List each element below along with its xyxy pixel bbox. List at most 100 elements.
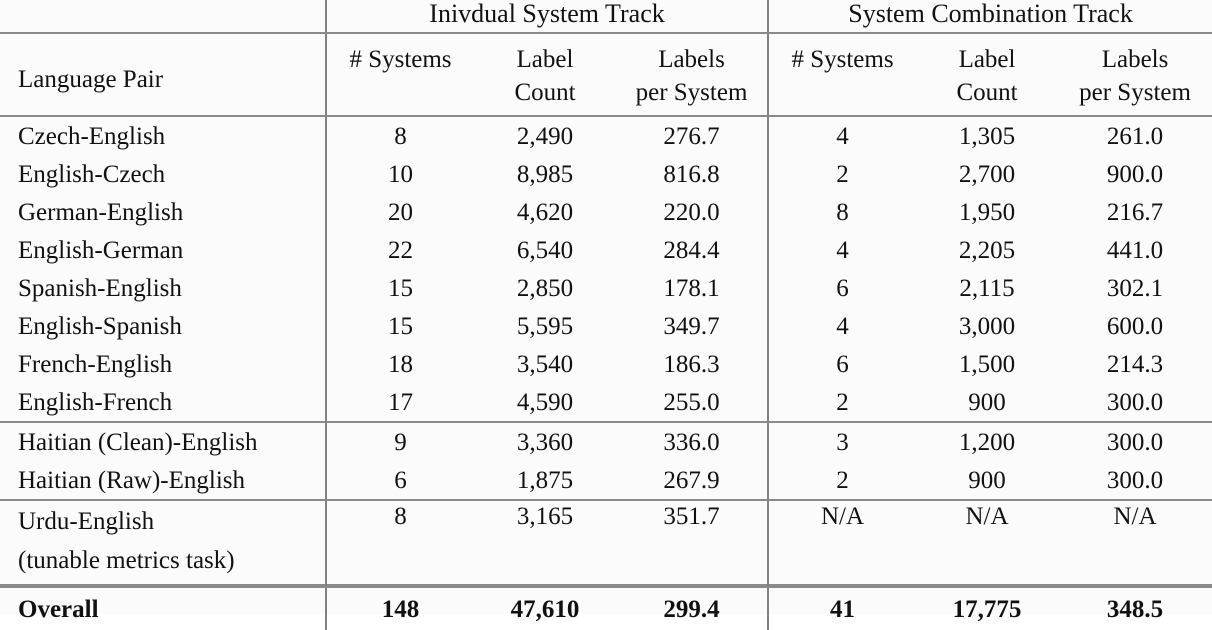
row-comb-count: 1,500 (958, 350, 1016, 378)
row-comb-per-system: 300.0 (1106, 428, 1164, 456)
table-row-urdu: Urdu-English (tunable metrics task) 8 3,… (0, 500, 1212, 585)
row-ind-count: 5,595 (516, 312, 574, 340)
row-language-pair: English-Spanish (18, 312, 182, 340)
row-ind-count: 4,620 (516, 198, 574, 226)
column-header-ind-systems: # Systems (325, 33, 474, 117)
row-ind-per-system: 336.0 (663, 428, 720, 456)
overall-label: Overall (18, 595, 99, 623)
row-ind-per-system: 178.1 (663, 274, 720, 302)
row-comb-per-system: 261.0 (1106, 122, 1164, 150)
column-header-comb-per-line2: per System (1079, 79, 1191, 106)
column-header-comb-systems: # Systems (767, 33, 917, 117)
column-header-comb-per-line1: Labels (1101, 46, 1169, 73)
table-row: English-French 17 4,590 255.0 2 900 300.… (0, 383, 1212, 423)
column-header-comb-label-count: Label Count (916, 33, 1059, 117)
row-comb-per-system: 302.1 (1106, 274, 1164, 302)
row-ind-systems: 15 (325, 307, 474, 345)
row-comb-per-system: 300.0 (1058, 461, 1212, 501)
row-ind-per-system: 284.4 (663, 236, 720, 264)
table-row: English-Spanish 15 5,595 349.7 4 3,000 6… (0, 307, 1212, 345)
row-comb-systems: 4 (767, 116, 917, 155)
group-header-blank (0, 0, 326, 34)
column-header-ind-label-line1: Label (516, 46, 574, 73)
column-header-comb-label-line1: Label (958, 46, 1016, 73)
row-comb-per-system: 900.0 (1106, 160, 1164, 188)
row-ind-systems: 22 (325, 231, 474, 269)
row-ind-count: 1,875 (474, 461, 616, 501)
row-ind-systems: 15 (325, 269, 474, 307)
row-comb-systems: 6 (767, 345, 917, 383)
row-ind-count: 2,850 (516, 274, 574, 302)
row-ind-per-system: 220.0 (663, 198, 720, 226)
row-language-pair-multiline: Urdu-English (tunable metrics task) (0, 500, 326, 585)
row-ind-per-system: 351.7 (663, 503, 720, 530)
row-comb-systems: 2 (767, 155, 917, 193)
row-language-pair: German-English (18, 198, 184, 226)
row-ind-count: 4,590 (474, 383, 616, 423)
table-row: Haitian (Clean)-English 9 3,360 336.0 3 … (0, 422, 1212, 461)
row-comb-count: N/A (965, 503, 1009, 530)
row-language-pair: English-Czech (18, 160, 166, 188)
row-comb-systems: 2 (767, 383, 917, 423)
row-ind-count: 3,360 (516, 428, 574, 456)
overall-ind-count: 47,610 (510, 595, 580, 623)
row-ind-per-system: 186.3 (663, 350, 720, 378)
row-ind-systems: 6 (325, 461, 474, 501)
column-header-ind-label-line2: Count (514, 79, 576, 106)
row-ind-systems: 18 (325, 345, 474, 383)
overall-ind-per-system: 299.4 (663, 595, 720, 623)
row-ind-count: 3,165 (516, 503, 574, 530)
row-comb-count: 1,305 (958, 122, 1016, 150)
column-header-ind-label-count: Label Count (474, 33, 616, 117)
row-comb-count: 3,000 (958, 312, 1016, 340)
statistics-table-figure: Inivdual System Track System Combination… (0, 0, 1212, 630)
row-ind-per-system: 349.7 (663, 312, 720, 340)
group-header-combination: System Combination Track (767, 0, 1212, 34)
row-language-pair: Spanish-English (18, 274, 182, 302)
overall-comb-per-system: 348.5 (1106, 595, 1164, 623)
column-header-comb-label-line2: Count (956, 79, 1018, 106)
table-row: German-English 20 4,620 220.0 8 1,950 21… (0, 193, 1212, 231)
overall-comb-count: 17,775 (952, 595, 1022, 623)
column-header-language-pair: Language Pair (0, 33, 326, 117)
row-ind-systems: 10 (325, 155, 474, 193)
row-comb-systems: N/A (767, 500, 917, 585)
row-language-pair: Haitian (Clean)-English (18, 428, 258, 456)
row-comb-systems: 8 (767, 193, 917, 231)
row-language-pair: Czech-English (18, 122, 166, 150)
table-row: Spanish-English 15 2,850 178.1 6 2,115 3… (0, 269, 1212, 307)
table-row: Haitian (Raw)-English 6 1,875 267.9 2 90… (0, 461, 1212, 501)
row-language-pair-line1: Urdu-English (18, 508, 155, 535)
row-comb-count: 1,200 (958, 428, 1016, 456)
overall-comb-systems: 41 (767, 587, 917, 630)
row-language-pair: Haitian (Raw)-English (0, 461, 326, 501)
row-ind-count: 8,985 (516, 160, 574, 188)
row-ind-per-system: 267.9 (616, 461, 769, 501)
row-ind-per-system: 255.0 (616, 383, 769, 423)
table-row: Czech-English 8 2,490 276.7 4 1,305 261.… (0, 116, 1212, 155)
row-language-pair-line2: (tunable metrics task) (18, 547, 235, 574)
row-comb-count: 2,700 (958, 160, 1016, 188)
row-comb-count: 1,950 (958, 198, 1016, 226)
group-header-individual-label: Inivdual System Track (429, 0, 665, 28)
row-comb-systems: 2 (767, 461, 917, 501)
row-comb-per-system: 600.0 (1106, 312, 1164, 340)
column-header-comb-labels-per-system: Labels per System (1058, 33, 1212, 117)
table-row: French-English 18 3,540 186.3 6 1,500 21… (0, 345, 1212, 383)
row-language-pair: English-German (18, 236, 184, 264)
table-row-overall: Overall 148 47,610 299.4 41 17,775 348.5 (0, 587, 1212, 630)
row-comb-per-system: 214.3 (1106, 350, 1164, 378)
table-row: English-German 22 6,540 284.4 4 2,205 44… (0, 231, 1212, 269)
column-header-ind-per-line2: per System (635, 79, 748, 106)
row-ind-count: 2,490 (516, 122, 574, 150)
row-comb-systems: 4 (767, 231, 917, 269)
column-header-comb-systems-label: # Systems (791, 46, 894, 73)
row-ind-systems: 8 (325, 500, 474, 585)
row-comb-count: 900 (916, 461, 1059, 501)
row-ind-systems: 9 (325, 422, 474, 461)
row-ind-systems: 17 (325, 383, 474, 423)
column-header-ind-per-line1: Labels (658, 46, 725, 73)
column-header-language-pair-label: Language Pair (18, 66, 164, 93)
row-ind-systems: 8 (325, 116, 474, 155)
row-ind-per-system: 816.8 (663, 160, 720, 188)
